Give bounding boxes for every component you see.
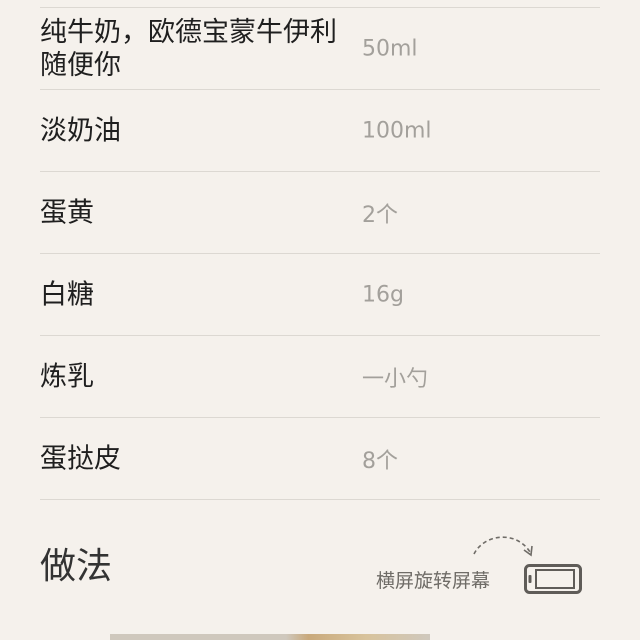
ingredient-name: 蛋挞皮 bbox=[40, 443, 121, 474]
ingredient-row: 纯牛奶，欧德宝蒙牛伊利随便你 50ml bbox=[40, 8, 600, 90]
ingredient-row: 炼乳 一小勺 bbox=[40, 336, 600, 418]
ingredient-row: 蛋黄 2个 bbox=[40, 172, 600, 254]
ingredient-list: 纯牛奶，欧德宝蒙牛伊利随便你 50ml 淡奶油 100ml 蛋黄 2个 白糖 1… bbox=[40, 7, 600, 500]
ingredient-row: 淡奶油 100ml bbox=[40, 90, 600, 172]
rotate-screen-label[interactable]: 横屏旋转屏幕 bbox=[376, 566, 490, 593]
ingredient-name: 炼乳 bbox=[40, 361, 94, 392]
method-section-title: 做法 bbox=[40, 546, 113, 587]
ingredient-amount: 8个 bbox=[362, 448, 398, 474]
recipe-step-photo bbox=[110, 634, 430, 640]
ingredient-amount: 100ml bbox=[362, 118, 432, 143]
rotate-screen-icon[interactable] bbox=[524, 564, 582, 594]
ingredient-amount: 16g bbox=[362, 282, 404, 307]
ingredient-amount: 一小勺 bbox=[362, 366, 429, 392]
ingredient-name: 纯牛奶，欧德宝蒙牛伊利随便你 bbox=[40, 16, 337, 81]
curved-arrow-icon bbox=[473, 536, 533, 557]
ingredient-amount: 2个 bbox=[362, 202, 398, 228]
ingredient-name: 白糖 bbox=[40, 279, 94, 310]
ingredient-row: 蛋挞皮 8个 bbox=[40, 418, 600, 500]
ingredient-name: 蛋黄 bbox=[40, 197, 94, 228]
ingredient-amount: 50ml bbox=[362, 36, 418, 61]
ingredient-row: 白糖 16g bbox=[40, 254, 600, 336]
ingredient-name: 淡奶油 bbox=[40, 115, 121, 146]
